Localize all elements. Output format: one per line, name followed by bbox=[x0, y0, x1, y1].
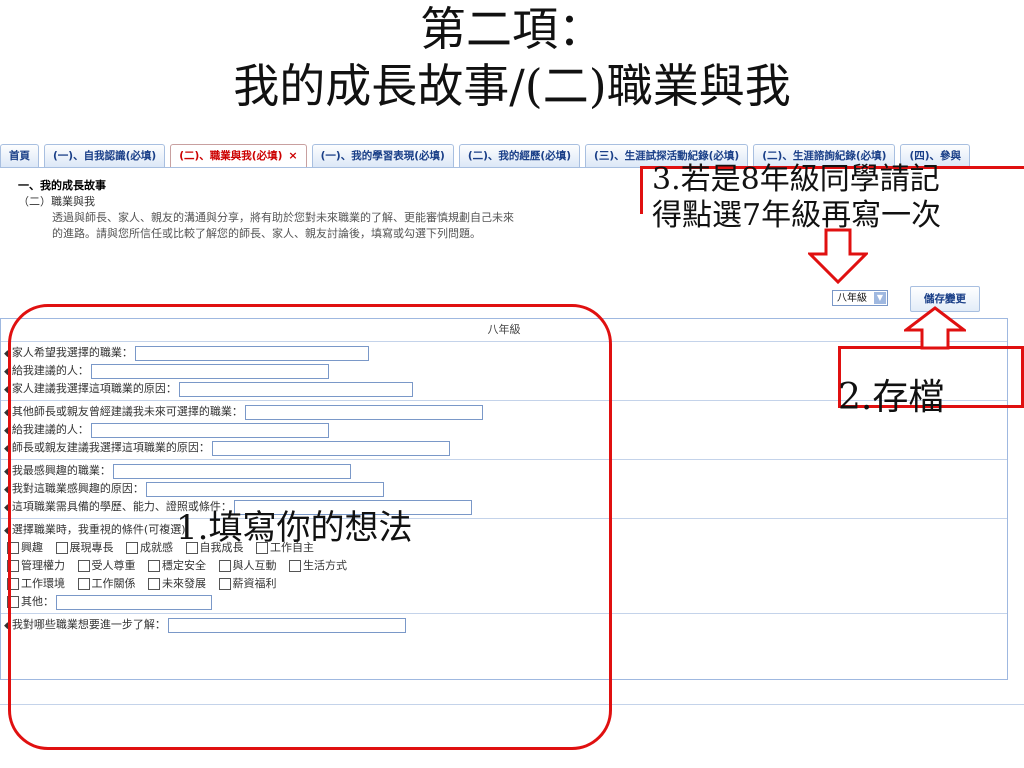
tab-experience[interactable]: (二)、我的經歷(必填) bbox=[458, 144, 581, 167]
chevron-down-icon: ▼ bbox=[874, 292, 886, 304]
instruction-paragraph: 透過與師長、家人、親友的溝通與分享，將有助於您對未來職業的了解、更能審慎規劃自己… bbox=[52, 211, 514, 240]
tab-label: 首頁 bbox=[9, 150, 30, 162]
close-icon[interactable]: × bbox=[288, 149, 297, 162]
grade-select-value: 八年級 bbox=[837, 293, 867, 304]
arrow-up-icon bbox=[904, 306, 966, 350]
tab-label: (二)、職業與我(必填) bbox=[179, 150, 283, 162]
annotation-step3-line1: 3.若是8年級同學請記 bbox=[652, 162, 940, 197]
tab-label: (二)、生涯諮詢紀錄(必填) bbox=[762, 150, 887, 162]
section-heading: 一、我的成長故事 bbox=[18, 179, 106, 192]
tab-career-and-me[interactable]: (二)、職業與我(必填) × bbox=[170, 144, 307, 167]
slide-title-line2: 我的成長故事/(二)職業與我 bbox=[233, 59, 791, 113]
tab-label: (四)、參與 bbox=[909, 150, 962, 162]
tab-label: (一)、自我認識(必填) bbox=[53, 150, 157, 162]
annotation-step3-line2: 得點選7年級再寫一次 bbox=[652, 198, 942, 233]
tab-label: (二)、我的經歷(必填) bbox=[467, 150, 572, 162]
section-subheading: （二）職業與我 bbox=[18, 195, 95, 208]
arrow-down-icon bbox=[808, 228, 868, 284]
tab-self-awareness[interactable]: (一)、自我認識(必填) bbox=[44, 144, 166, 167]
tab-learning-performance[interactable]: (一)、我的學習表現(必填) bbox=[311, 144, 454, 167]
tab-home[interactable]: 首頁 bbox=[0, 144, 39, 167]
tab-label: (三)、生涯試探活動紀錄(必填) bbox=[594, 150, 740, 162]
intro-section: 一、我的成長故事 （二）職業與我 透過與師長、家人、親友的溝通與分享，將有助於您… bbox=[18, 178, 522, 242]
annotation-step1: 1.填寫你的想法 bbox=[176, 508, 413, 548]
tab-label: (一)、我的學習表現(必填) bbox=[320, 150, 445, 162]
annotation-step2: 2.存檔 bbox=[838, 377, 945, 418]
annotation-step3: 3.若是8年級同學請記 得點選7年級再寫一次 bbox=[652, 162, 941, 234]
slide-title-line1: 第二項： bbox=[420, 2, 604, 56]
grade-select[interactable]: 八年級 ▼ bbox=[832, 290, 888, 306]
